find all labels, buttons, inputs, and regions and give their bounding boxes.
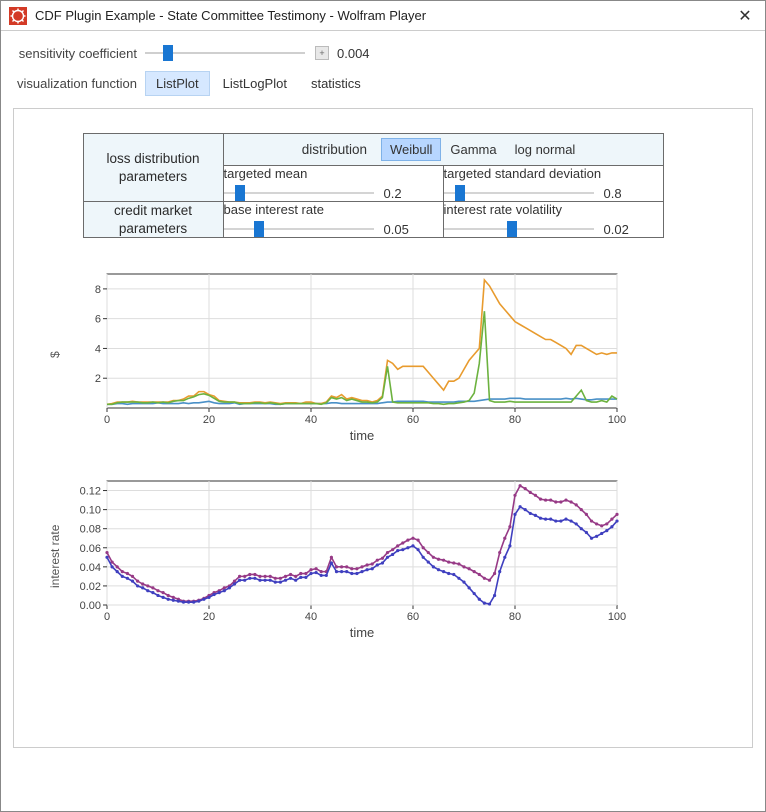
targeted-mean-value: 0.2: [384, 186, 414, 201]
distribution-row: distribution WeibullGammalog normal: [224, 134, 663, 165]
app-icon: [9, 7, 27, 25]
svg-text:0.04: 0.04: [80, 562, 101, 574]
targeted-mean-slider[interactable]: [224, 185, 374, 201]
svg-text:80: 80: [509, 611, 521, 623]
svg-text:0.00: 0.00: [80, 600, 101, 612]
svg-text:100: 100: [608, 611, 626, 623]
svg-text:100: 100: [608, 414, 626, 426]
vizfunc-tab-listplot[interactable]: ListPlot: [145, 71, 210, 96]
chart-2-wrap: interest rate 0 20 40 60 80 100 0.00 0.02 0.04 0.…: [44, 473, 702, 640]
vizfunc-row: visualization function ListPlotListLogPl…: [13, 71, 753, 96]
app-window: CDF Plugin Example - State Committee Tes…: [0, 0, 766, 812]
chart-2-xlabel: time: [102, 625, 622, 640]
chart-area: $ 0 20 40 60 80 100 2 4 6 8 time interest rate 0 2…: [44, 266, 702, 640]
svg-text:8: 8: [95, 284, 101, 296]
distribution-option-gamma[interactable]: Gamma: [441, 138, 505, 161]
targeted-sd-slider[interactable]: [444, 185, 594, 201]
sensitivity-thumb[interactable]: [163, 45, 173, 61]
svg-text:0.02: 0.02: [80, 581, 101, 593]
svg-text:0.10: 0.10: [80, 505, 101, 517]
rate-vol-label: interest rate volatility: [444, 202, 663, 217]
svg-text:0.06: 0.06: [80, 543, 101, 555]
chart-1-ylabel: $: [44, 266, 62, 443]
svg-text:40: 40: [305, 611, 317, 623]
distribution-option-log-normal[interactable]: log normal: [506, 138, 585, 161]
sensitivity-row: sensitivity coefficient + 0.004: [13, 45, 753, 61]
svg-text:20: 20: [203, 611, 215, 623]
credit-market-header: credit marketparameters: [83, 202, 223, 238]
titlebar: CDF Plugin Example - State Committee Tes…: [1, 1, 765, 31]
base-rate-slider[interactable]: [224, 221, 374, 237]
svg-text:0.08: 0.08: [80, 524, 101, 536]
distribution-option-weibull[interactable]: Weibull: [381, 138, 441, 161]
svg-text:2: 2: [95, 373, 101, 385]
sensitivity-value: 0.004: [337, 46, 370, 61]
svg-text:60: 60: [407, 611, 419, 623]
vizfunc-tab-listlogplot[interactable]: ListLogPlot: [212, 71, 298, 96]
sensitivity-slider[interactable]: [145, 45, 305, 61]
chart-2-ylabel: interest rate: [44, 473, 62, 640]
svg-text:0: 0: [104, 414, 110, 426]
svg-text:60: 60: [407, 414, 419, 426]
rate-vol-value: 0.02: [604, 222, 634, 237]
base-rate-label: base interest rate: [224, 202, 443, 217]
vizfunc-tabs: ListPlotListLogPlotstatistics: [145, 71, 374, 96]
rate-vol-slider[interactable]: [444, 221, 594, 237]
base-rate-value: 0.05: [384, 222, 414, 237]
chart-2: 0204060801000.000.020.040.060.080.100.12: [62, 473, 622, 623]
svg-text:0.12: 0.12: [80, 486, 101, 498]
sensitivity-label: sensitivity coefficient: [13, 46, 145, 61]
window-title: CDF Plugin Example - State Committee Tes…: [35, 8, 733, 23]
content-frame: loss distributionparameters distribution…: [13, 108, 753, 748]
svg-text:6: 6: [95, 314, 101, 326]
params-table: loss distributionparameters distribution…: [83, 133, 664, 238]
targeted-mean-label: targeted mean: [224, 166, 443, 181]
vizfunc-label: visualization function: [13, 76, 145, 91]
window-body: sensitivity coefficient + 0.004 visualiz…: [1, 31, 765, 811]
chart-1-wrap: $ 0 20 40 60 80 100 2 4 6 8 time: [44, 266, 702, 443]
svg-text:80: 80: [509, 414, 521, 426]
targeted-sd-value: 0.8: [604, 186, 634, 201]
targeted-sd-label: targeted standard deviation: [444, 166, 663, 181]
svg-text:20: 20: [203, 414, 215, 426]
distribution-label: distribution: [302, 142, 367, 157]
close-button[interactable]: ✕: [733, 6, 757, 26]
chart-1: 0204060801002468: [62, 266, 622, 426]
vizfunc-tab-statistics[interactable]: statistics: [300, 71, 372, 96]
chart-1-xlabel: time: [102, 428, 622, 443]
loss-dist-header: loss distributionparameters: [83, 134, 223, 202]
svg-text:0: 0: [104, 611, 110, 623]
svg-text:40: 40: [305, 414, 317, 426]
sensitivity-stepper[interactable]: +: [315, 46, 329, 60]
svg-text:4: 4: [95, 344, 101, 356]
